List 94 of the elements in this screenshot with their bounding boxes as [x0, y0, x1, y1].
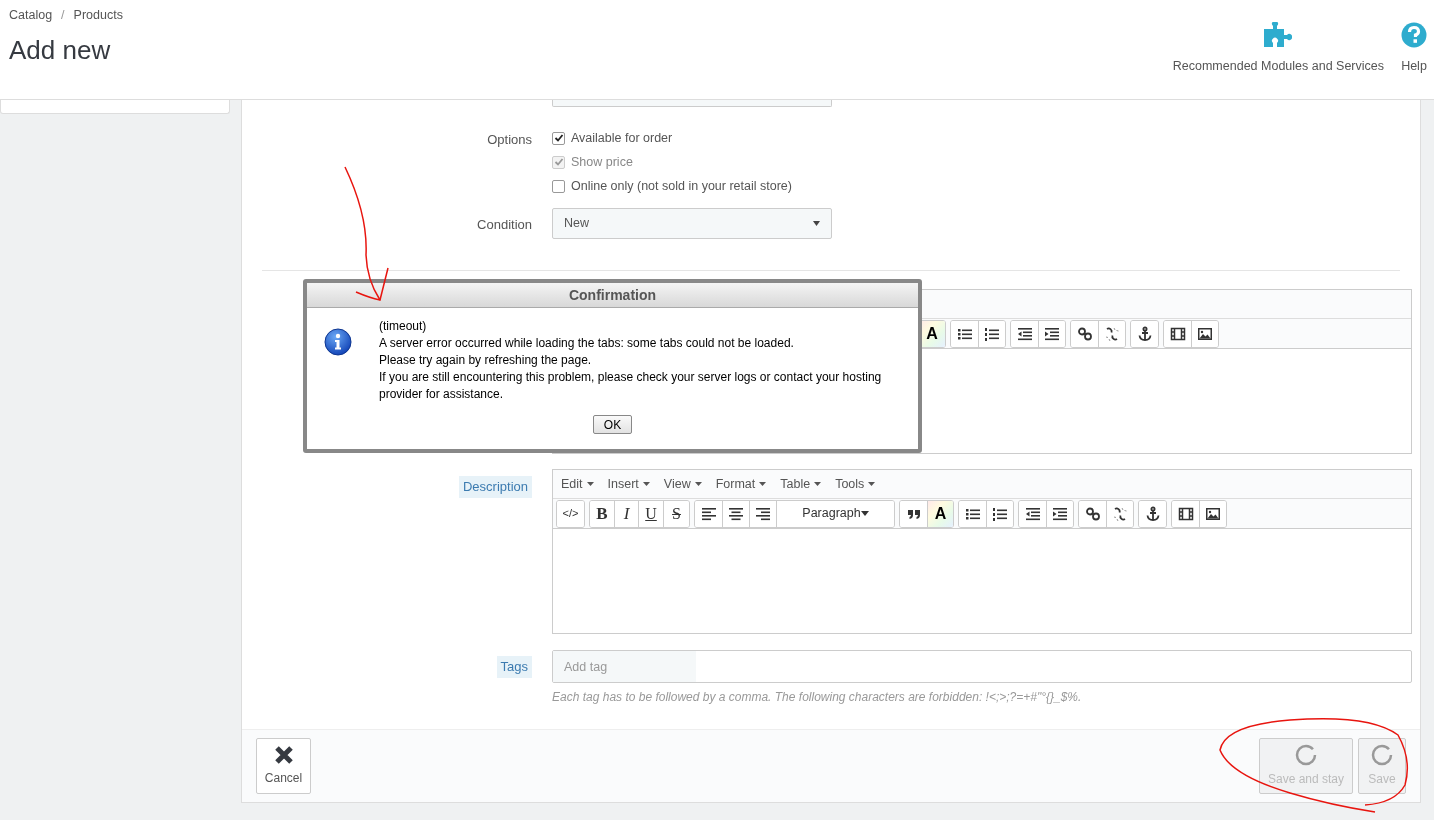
caret-icon — [860, 511, 869, 516]
link-button[interactable] — [1071, 320, 1098, 347]
editor-menu[interactable]: View — [663, 474, 702, 494]
breadcrumb-link[interactable]: Catalog — [9, 6, 53, 25]
media-button[interactable] — [1172, 500, 1199, 527]
breadcrumb-link[interactable]: Products — [73, 6, 123, 25]
checkbox-label[interactable]: Available for order — [571, 128, 673, 148]
editor-menu[interactable]: Edit — [561, 474, 594, 494]
close-icon — [273, 745, 294, 765]
caret-icon — [642, 482, 650, 486]
info-icon — [324, 328, 352, 356]
unlink-button[interactable] — [1106, 500, 1133, 527]
checkbox[interactable] — [552, 131, 565, 145]
broken-link-icon — [1112, 505, 1128, 522]
help-text: Each tag has to be followed by a comma. The following characters are forbidden: !<;>;?=+#"°{}_$%. — [552, 689, 1083, 706]
image-icon — [1197, 325, 1213, 342]
message-text: If you are still encountering this problem, please check your server logs or contact your hosting provider for assistance. — [379, 369, 883, 403]
image-button[interactable] — [1191, 320, 1218, 347]
bold-button[interactable]: B — [590, 500, 614, 527]
film-icon — [1169, 325, 1186, 342]
text-field[interactable] — [552, 100, 832, 107]
anchor-button[interactable] — [1139, 500, 1166, 527]
indent-button[interactable] — [1038, 320, 1065, 347]
cancel-button[interactable]: Cancel — [256, 738, 311, 794]
page-title: Add new — [9, 33, 112, 67]
help-link[interactable]: Help — [1401, 22, 1427, 76]
field-label: Options — [487, 131, 532, 149]
left-button[interactable] — [695, 500, 722, 527]
broken-link-icon — [1104, 325, 1120, 342]
strikethrough-button[interactable]: S — [663, 500, 689, 527]
image-icon — [1205, 505, 1221, 522]
puzzle-piece-icon — [1264, 22, 1293, 48]
field-label: Tags — [496, 656, 532, 678]
indent-icon — [1052, 505, 1068, 522]
field-label: Condition — [477, 216, 532, 234]
modules-link[interactable]: Recommended Modules and Services — [1172, 22, 1384, 76]
numbered-list-icon — [992, 505, 1008, 522]
link-button[interactable] — [1079, 500, 1106, 527]
editor-menu[interactable]: Tools — [835, 474, 876, 494]
italic-button[interactable]: I — [614, 500, 638, 527]
link-icon — [1084, 505, 1101, 522]
caret-icon — [586, 482, 594, 486]
align-center-icon — [728, 505, 744, 522]
anchor-icon — [1144, 505, 1161, 522]
breadcrumb-separator: / — [61, 7, 65, 24]
caret-icon — [813, 221, 820, 226]
ol-button[interactable] — [986, 500, 1013, 527]
ol-button[interactable] — [978, 320, 1005, 347]
align-left-icon — [700, 505, 717, 522]
dialog-title: Confirmation — [307, 283, 918, 308]
format-select[interactable]: Paragraph — [776, 500, 894, 527]
unlink-button[interactable] — [1098, 320, 1125, 347]
anchor-icon — [1136, 325, 1153, 342]
media-button[interactable] — [1164, 320, 1191, 347]
checkbox[interactable] — [552, 179, 565, 193]
message-text: Please try again by refreshing the page. — [379, 352, 593, 369]
source-code-button[interactable]: </> — [557, 500, 584, 527]
message-text: A server error occurred while loading the tabs: some tabs could not be loaded. — [379, 335, 795, 352]
ul-button[interactable] — [959, 500, 986, 527]
ok-button[interactable]: OK — [593, 415, 632, 434]
outdent-icon — [1024, 505, 1041, 522]
anchor-button[interactable] — [1131, 320, 1158, 347]
help-icon — [1401, 22, 1427, 48]
ul-button[interactable] — [951, 320, 978, 347]
condition-select[interactable]: New — [552, 208, 832, 239]
film-icon — [1177, 505, 1194, 522]
caret-icon — [868, 482, 876, 486]
tags-field[interactable]: Add tag — [552, 650, 1412, 683]
link-icon — [1076, 325, 1093, 342]
indent-icon — [1044, 325, 1060, 342]
quote-button[interactable] — [900, 500, 927, 527]
outdent-button[interactable] — [1011, 320, 1038, 347]
editor-menu[interactable]: Insert — [607, 474, 650, 494]
underline-button[interactable]: U — [638, 500, 663, 527]
center-button[interactable] — [722, 500, 749, 527]
editor-menu[interactable]: Table — [780, 474, 822, 494]
spinner-icon — [1295, 744, 1317, 766]
tag-input[interactable]: Add tag — [553, 651, 696, 682]
caret-icon — [814, 482, 822, 486]
align-right-icon — [755, 505, 771, 522]
indent-button[interactable] — [1046, 500, 1073, 527]
numbered-list-icon — [984, 325, 1000, 342]
checkbox-label[interactable]: Online only (not sold in your retail store) — [571, 176, 792, 196]
outdent-icon — [1016, 325, 1033, 342]
spinner-icon — [1371, 744, 1393, 766]
image-button[interactable] — [1199, 500, 1226, 527]
message-text: (timeout) — [379, 318, 428, 335]
field-label: Description — [458, 476, 532, 498]
outdent-button[interactable] — [1019, 500, 1046, 527]
text-color-button[interactable]: A — [927, 500, 953, 527]
right-button[interactable] — [749, 500, 776, 527]
editor-menu[interactable]: Format — [715, 474, 767, 494]
caret-icon — [694, 482, 702, 486]
caret-icon — [759, 482, 767, 486]
